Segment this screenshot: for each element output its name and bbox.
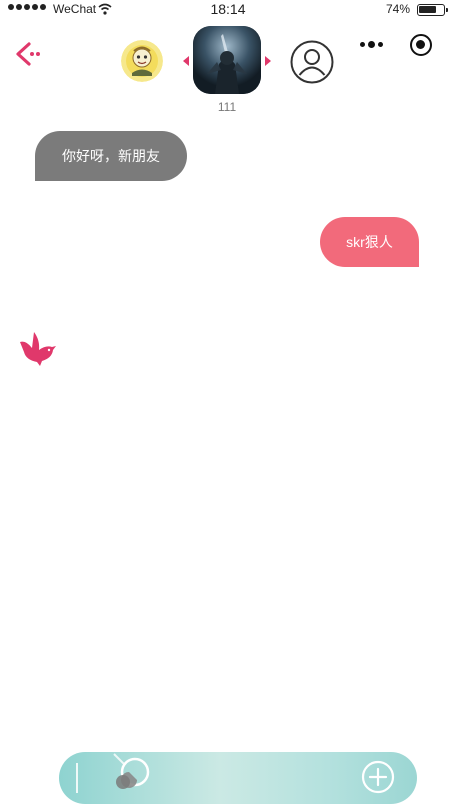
user-outline-icon[interactable] xyxy=(290,40,334,84)
voice-icon[interactable] xyxy=(110,752,154,796)
battery-icon xyxy=(417,4,448,16)
target-icon[interactable] xyxy=(410,34,432,56)
back-arrow-icon[interactable] xyxy=(12,38,44,70)
battery-level xyxy=(419,6,436,13)
contact-name: 111 xyxy=(217,100,237,114)
contact-avatar-main[interactable] xyxy=(193,26,261,94)
more-dots-icon[interactable] xyxy=(360,36,386,52)
next-contact-arrow-icon[interactable] xyxy=(265,56,271,66)
battery-percent: 74% xyxy=(385,2,410,16)
plus-circle-icon[interactable] xyxy=(361,760,395,794)
bird-icon[interactable] xyxy=(18,328,60,368)
message-bubble-outgoing: skr狠人 xyxy=(320,217,419,267)
status-bar: WeChat 18:14 74% xyxy=(0,0,456,20)
message-bubble-incoming: 你好呀，新朋友 xyxy=(35,131,187,181)
previous-contact-arrow-icon[interactable] xyxy=(183,56,189,66)
contact-avatar-small[interactable] xyxy=(121,40,163,82)
text-cursor xyxy=(76,763,78,793)
